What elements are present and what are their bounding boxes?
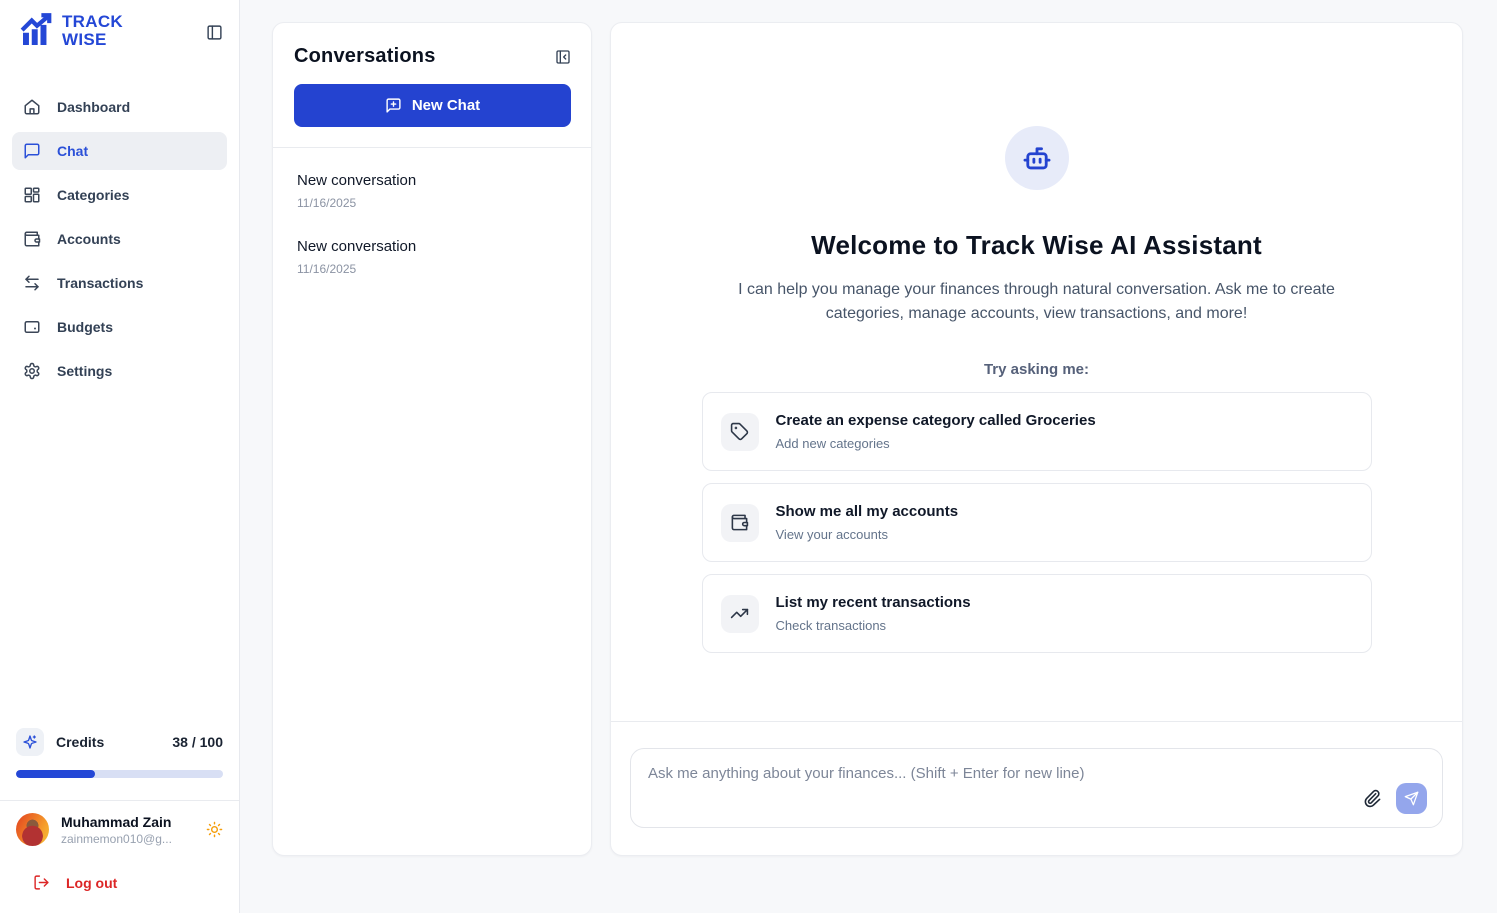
sidebar-item-dashboard[interactable]: Dashboard (12, 88, 227, 126)
budget-wallet-icon (23, 318, 41, 336)
suggestion-list-transactions[interactable]: List my recent transactions Check transa… (702, 574, 1372, 653)
main-content: Conversations New Chat New conversation … (240, 0, 1497, 913)
sidebar-item-label: Categories (57, 187, 129, 203)
sparkles-icon (16, 728, 44, 756)
suggestion-subtitle: View your accounts (776, 527, 959, 542)
sidebar-item-label: Chat (57, 143, 88, 159)
conversation-date: 11/16/2025 (297, 262, 567, 276)
credits-section: Credits 38 / 100 (0, 728, 239, 756)
sidebar-item-transactions[interactable]: Transactions (12, 264, 227, 302)
sidebar-nav: Dashboard Chat Categories (0, 88, 239, 390)
conversations-title: Conversations (294, 45, 436, 68)
suggestion-subtitle: Check transactions (776, 618, 971, 633)
conversation-title: New conversation (297, 172, 567, 189)
sidebar-item-settings[interactable]: Settings (12, 352, 227, 390)
send-icon (1404, 791, 1419, 806)
bot-avatar (1005, 126, 1069, 190)
credits-progress-fill (16, 770, 95, 778)
bot-icon (1020, 141, 1054, 175)
suggestion-list: Create an expense category called Grocer… (702, 392, 1372, 653)
suggestion-title: Create an expense category called Grocer… (776, 412, 1096, 429)
new-chat-button[interactable]: New Chat (294, 84, 571, 127)
app-logo[interactable]: TRACK WISE (16, 10, 123, 52)
suggestion-create-category[interactable]: Create an expense category called Grocer… (702, 392, 1372, 471)
sidebar-item-label: Budgets (57, 319, 113, 335)
conversation-list-item[interactable]: New conversation 11/16/2025 (273, 224, 591, 290)
sidebar-collapse-icon[interactable] (206, 24, 223, 41)
conversations-list: New conversation 11/16/2025 New conversa… (273, 148, 591, 300)
suggestion-show-accounts[interactable]: Show me all my accounts View your accoun… (702, 483, 1372, 562)
sidebar-item-budgets[interactable]: Budgets (12, 308, 227, 346)
categories-grid-icon (23, 186, 41, 204)
logout-label: Log out (66, 875, 117, 891)
app-name: TRACK WISE (62, 13, 123, 49)
logo-chart-icon (16, 10, 58, 52)
panel-collapse-icon[interactable] (555, 49, 571, 65)
conversation-list-item[interactable]: New conversation 11/16/2025 (273, 158, 591, 224)
send-button[interactable] (1396, 783, 1427, 814)
chat-welcome-area: Welcome to Track Wise AI Assistant I can… (611, 23, 1462, 721)
suggestion-subtitle: Add new categories (776, 436, 1096, 451)
logout-icon (33, 874, 50, 891)
user-profile[interactable]: Muhammad Zain zainmemon010@g... (16, 813, 223, 846)
welcome-subtitle: I can help you manage your finances thro… (707, 278, 1367, 326)
credits-label: Credits (56, 734, 104, 750)
conversation-title: New conversation (297, 238, 567, 255)
try-asking-label: Try asking me: (984, 361, 1089, 378)
avatar (16, 813, 49, 846)
sidebar-item-label: Dashboard (57, 99, 130, 115)
chat-input[interactable] (631, 749, 1442, 827)
conversation-date: 11/16/2025 (297, 196, 567, 210)
gear-icon (23, 362, 41, 380)
wallet-icon (23, 230, 41, 248)
paperclip-icon[interactable] (1363, 789, 1382, 808)
chat-input-zone (611, 721, 1462, 855)
suggestion-title: List my recent transactions (776, 594, 971, 611)
user-name: Muhammad Zain (61, 814, 172, 830)
theme-toggle-sun-icon[interactable] (206, 821, 223, 838)
suggestion-title: Show me all my accounts (776, 503, 959, 520)
credits-progress-bar (16, 770, 223, 778)
wallet-icon (721, 504, 759, 542)
message-plus-icon (385, 97, 402, 114)
sidebar-item-accounts[interactable]: Accounts (12, 220, 227, 258)
sidebar-item-chat[interactable]: Chat (12, 132, 227, 170)
sidebar-item-label: Transactions (57, 275, 143, 291)
tag-icon (721, 413, 759, 451)
chat-panel: Welcome to Track Wise AI Assistant I can… (610, 22, 1463, 856)
welcome-title: Welcome to Track Wise AI Assistant (811, 230, 1262, 261)
credits-value: 38 / 100 (172, 734, 223, 750)
sidebar-item-label: Settings (57, 363, 112, 379)
logout-button[interactable]: Log out (16, 846, 223, 913)
arrows-left-right-icon (23, 274, 41, 292)
user-email: zainmemon010@g... (61, 832, 172, 846)
conversations-panel: Conversations New Chat New conversation … (272, 22, 592, 856)
trending-up-icon (721, 595, 759, 633)
sidebar-item-categories[interactable]: Categories (12, 176, 227, 214)
chat-icon (23, 142, 41, 160)
sidebar-item-label: Accounts (57, 231, 121, 247)
home-icon (23, 98, 41, 116)
sidebar: TRACK WISE Dashboard Chat (0, 0, 240, 913)
